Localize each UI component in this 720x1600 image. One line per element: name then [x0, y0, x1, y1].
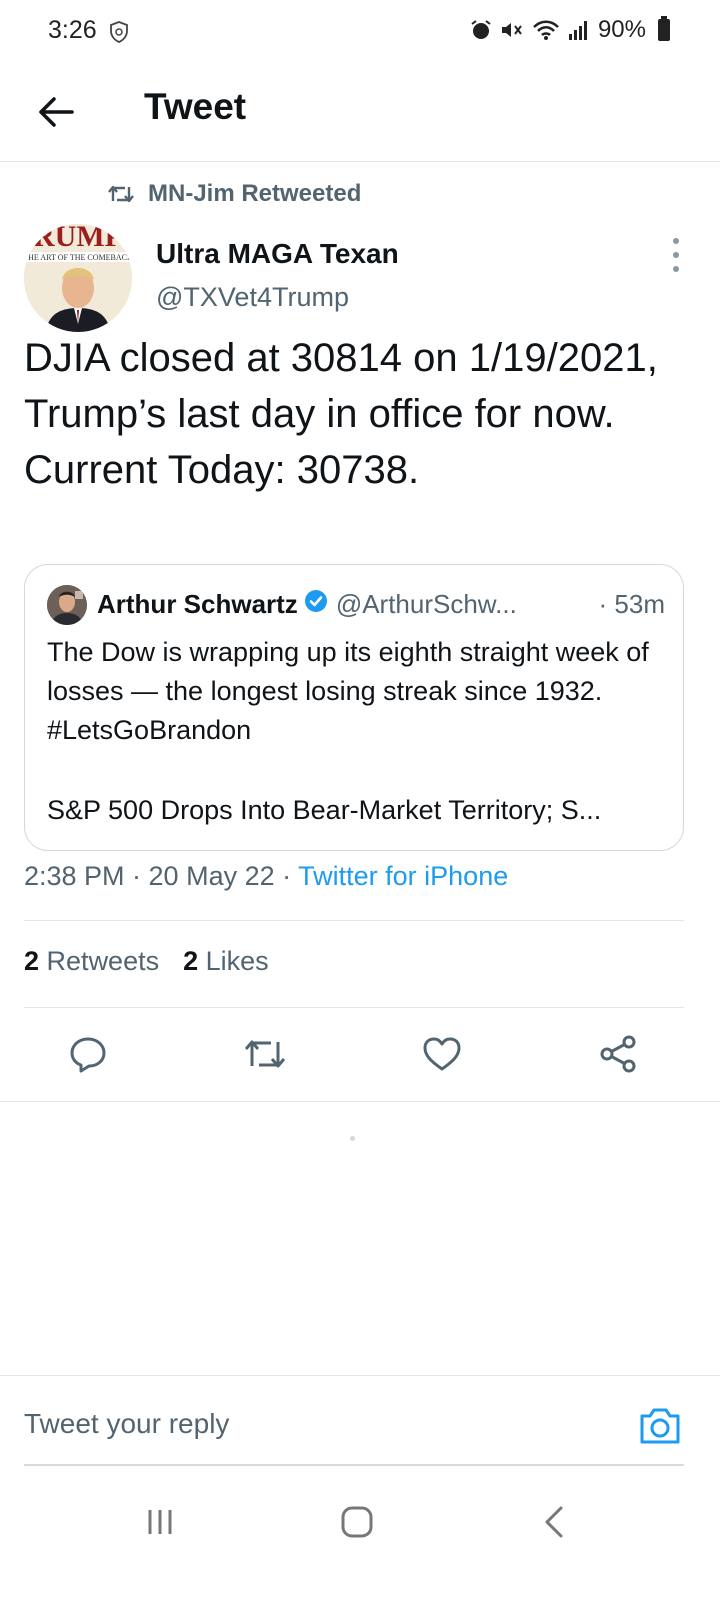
share-button[interactable] — [594, 1030, 642, 1078]
battery-percent: 90% — [597, 16, 646, 43]
retweet-icon — [244, 1040, 286, 1068]
reply-button[interactable] — [64, 1030, 112, 1078]
retweet-context[interactable]: MN-Jim Retweeted — [108, 180, 361, 208]
page-title: Tweet — [144, 86, 247, 127]
loading-indicator — [350, 1136, 355, 1141]
battery-icon — [658, 16, 670, 41]
tweet-source-link[interactable]: Twitter for iPhone — [298, 861, 508, 891]
like-icon — [423, 1037, 461, 1071]
reply-input-underline — [24, 1464, 684, 1466]
wifi-icon — [533, 20, 559, 40]
shield-icon — [108, 20, 130, 44]
likes-label: Likes — [205, 946, 269, 976]
quoted-avatar — [47, 585, 87, 625]
likes-count: 2 — [183, 946, 199, 976]
top-app-bar: Tweet — [0, 64, 720, 162]
back-button[interactable] — [30, 86, 82, 138]
likes-stat[interactable]: 2 Likes — [183, 946, 269, 977]
more-dot-icon — [673, 266, 679, 272]
reply-input[interactable]: Tweet your reply — [24, 1408, 229, 1440]
back-icon — [545, 1506, 563, 1538]
quoted-text: The Dow is wrapping up its eighth straig… — [47, 637, 649, 745]
author-name[interactable]: Ultra MAGA Texan — [156, 238, 399, 270]
avatar-caption: THE ART OF THE COMEBACK — [24, 253, 132, 262]
verified-badge-icon — [304, 589, 328, 620]
tweet-stats: 2 Retweets 2 Likes — [24, 946, 269, 977]
retweets-label: Retweets — [46, 946, 160, 976]
quoted-header: Arthur Schwartz @ArthurSchw... — [97, 589, 517, 620]
tweet-meta: 2:38 PM · 20 May 22 · Twitter for iPhone — [24, 861, 508, 892]
share-icon — [600, 1035, 636, 1073]
tweet-timestamp: 2:38 PM · 20 May 22 · — [24, 861, 299, 891]
quoted-link-preview: S&P 500 Drops Into Bear-Market Territory… — [47, 795, 602, 825]
tweet-text: DJIA closed at 30814 on 1/19/2021, Trump… — [24, 336, 658, 492]
divider — [24, 920, 684, 921]
nav-back-button[interactable] — [524, 1502, 584, 1542]
more-options-button[interactable] — [664, 238, 688, 272]
retweet-context-label: MN-Jim Retweeted — [148, 180, 362, 207]
arrow-left-icon — [39, 97, 74, 127]
mute-icon — [501, 23, 522, 37]
quoted-time: · 53m — [598, 589, 665, 619]
like-button[interactable] — [418, 1030, 466, 1078]
retweets-stat[interactable]: 2 Retweets — [24, 946, 159, 977]
retweet-button[interactable] — [241, 1030, 289, 1078]
quoted-author-handle: @ArthurSchw... — [335, 589, 517, 619]
recents-icon — [148, 1510, 172, 1534]
divider — [0, 1101, 720, 1102]
author-handle[interactable]: @TXVet4Trump — [156, 282, 349, 313]
more-dot-icon — [673, 252, 679, 258]
status-icons: 90% — [470, 16, 670, 44]
home-button[interactable] — [327, 1502, 387, 1542]
quoted-tweet[interactable]: Arthur Schwartz @ArthurSchw... · 53m The… — [24, 564, 684, 851]
recents-button[interactable] — [130, 1502, 190, 1542]
camera-icon — [640, 1408, 680, 1444]
quoted-author-name: Arthur Schwartz — [97, 589, 298, 619]
system-nav-bar — [0, 1480, 720, 1600]
more-dot-icon — [673, 238, 679, 244]
reply-composer: Tweet your reply — [0, 1375, 720, 1466]
status-time: 3:26 — [48, 16, 97, 44]
signal-icon — [568, 21, 587, 40]
alarm-icon — [471, 20, 491, 39]
avatar[interactable]: RUMP THE ART OF THE COMEBACK — [24, 224, 132, 332]
reply-icon — [70, 1037, 106, 1073]
status-bar: 3:26 90% — [0, 0, 720, 64]
divider — [24, 1007, 684, 1008]
retweets-count: 2 — [24, 946, 40, 976]
home-icon — [341, 1506, 373, 1538]
svg-text:RUMP: RUMP — [33, 224, 123, 253]
camera-button[interactable] — [638, 1406, 682, 1446]
retweet-icon — [108, 185, 134, 203]
